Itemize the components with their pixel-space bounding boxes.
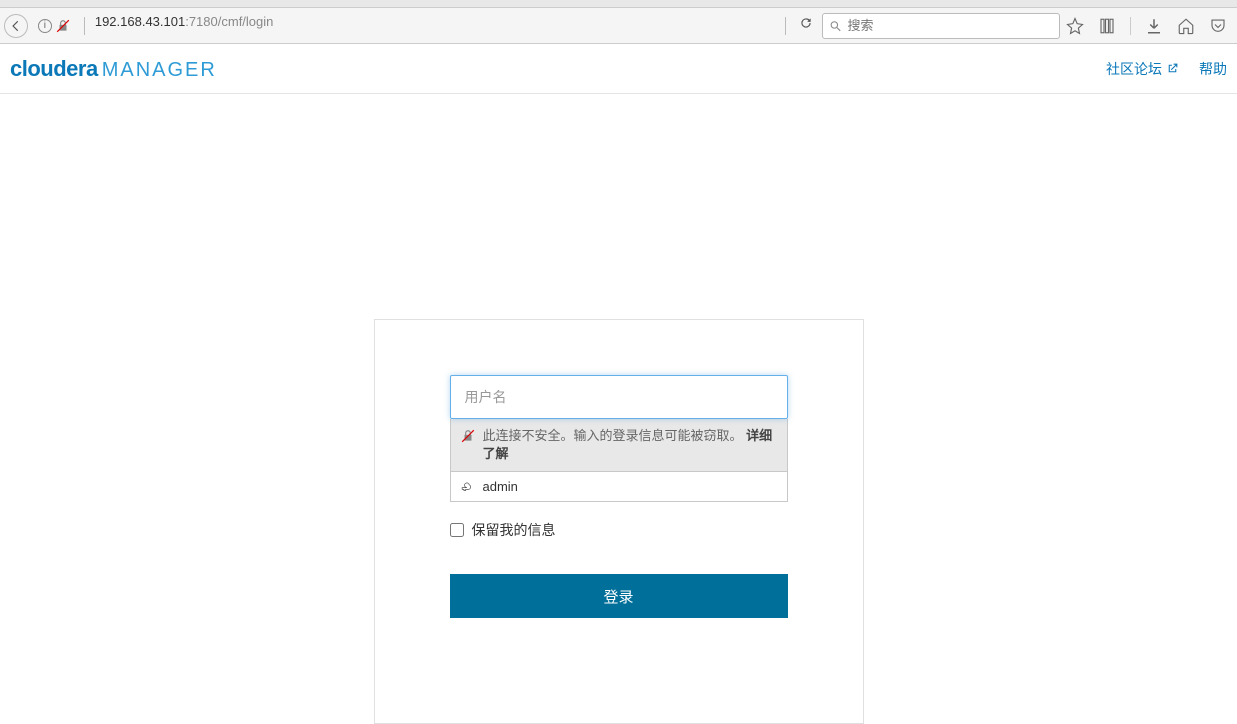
insecure-warning-text: 此连接不安全。输入的登录信息可能被窃取。 详细了解: [483, 427, 777, 463]
divider: [785, 17, 786, 35]
divider: [1130, 17, 1131, 35]
browser-toolbar: i 192.168.43.101:7180/cmf/login: [0, 8, 1237, 44]
external-link-icon: [1166, 62, 1179, 75]
divider: [84, 17, 85, 35]
logo-primary: cloudera: [10, 56, 98, 82]
reload-button[interactable]: [796, 16, 816, 35]
insecure-connection-warning: 此连接不安全。输入的登录信息可能被窃取。 详细了解: [450, 419, 788, 472]
logo-secondary: MANAGER: [102, 59, 217, 82]
remember-me-checkbox[interactable]: [450, 523, 464, 537]
browser-search-input[interactable]: [848, 18, 1053, 33]
login-card: 此连接不安全。输入的登录信息可能被窃取。 详细了解 admin 保留我的信息 登…: [374, 319, 864, 724]
home-icon[interactable]: [1177, 17, 1195, 35]
username-input[interactable]: [450, 375, 788, 419]
insecure-msg: 此连接不安全。输入的登录信息可能被窃取。: [483, 428, 743, 443]
remember-me-label: 保留我的信息: [472, 520, 556, 540]
community-forum-label: 社区论坛: [1106, 59, 1162, 79]
address-bar[interactable]: i 192.168.43.101:7180/cmf/login: [34, 14, 775, 38]
site-identity[interactable]: i: [34, 19, 74, 33]
nav-back-button[interactable]: [4, 14, 28, 38]
header-links: 社区论坛 帮助: [1106, 59, 1227, 79]
url-text[interactable]: 192.168.43.101:7180/cmf/login: [95, 14, 775, 38]
saved-login-suggestion[interactable]: admin: [450, 472, 788, 502]
insecure-lock-icon: [461, 429, 475, 463]
login-button[interactable]: 登录: [450, 574, 788, 618]
pocket-icon[interactable]: [1209, 17, 1227, 35]
suggestion-username: admin: [483, 479, 518, 494]
url-path: :7180/cmf/login: [185, 14, 273, 29]
library-icon[interactable]: [1098, 17, 1116, 35]
url-host: 192.168.43.101: [95, 14, 185, 29]
info-icon: i: [38, 19, 52, 33]
remember-me-row[interactable]: 保留我的信息: [450, 520, 788, 540]
browser-toolbar-right: [1066, 17, 1233, 35]
community-forum-link[interactable]: 社区论坛: [1106, 59, 1179, 79]
downloads-icon[interactable]: [1145, 17, 1163, 35]
help-link[interactable]: 帮助: [1199, 59, 1227, 79]
browser-tab-strip: [0, 0, 1237, 8]
key-icon: [461, 480, 475, 494]
bookmark-star-icon[interactable]: [1066, 17, 1084, 35]
insecure-lock-icon: [56, 19, 70, 33]
app-header: cloudera MANAGER 社区论坛 帮助: [0, 44, 1237, 94]
browser-search-box[interactable]: [822, 13, 1060, 39]
app-logo: cloudera MANAGER: [10, 56, 217, 82]
search-icon: [829, 19, 842, 33]
main-content: 此连接不安全。输入的登录信息可能被窃取。 详细了解 admin 保留我的信息 登…: [0, 94, 1237, 724]
